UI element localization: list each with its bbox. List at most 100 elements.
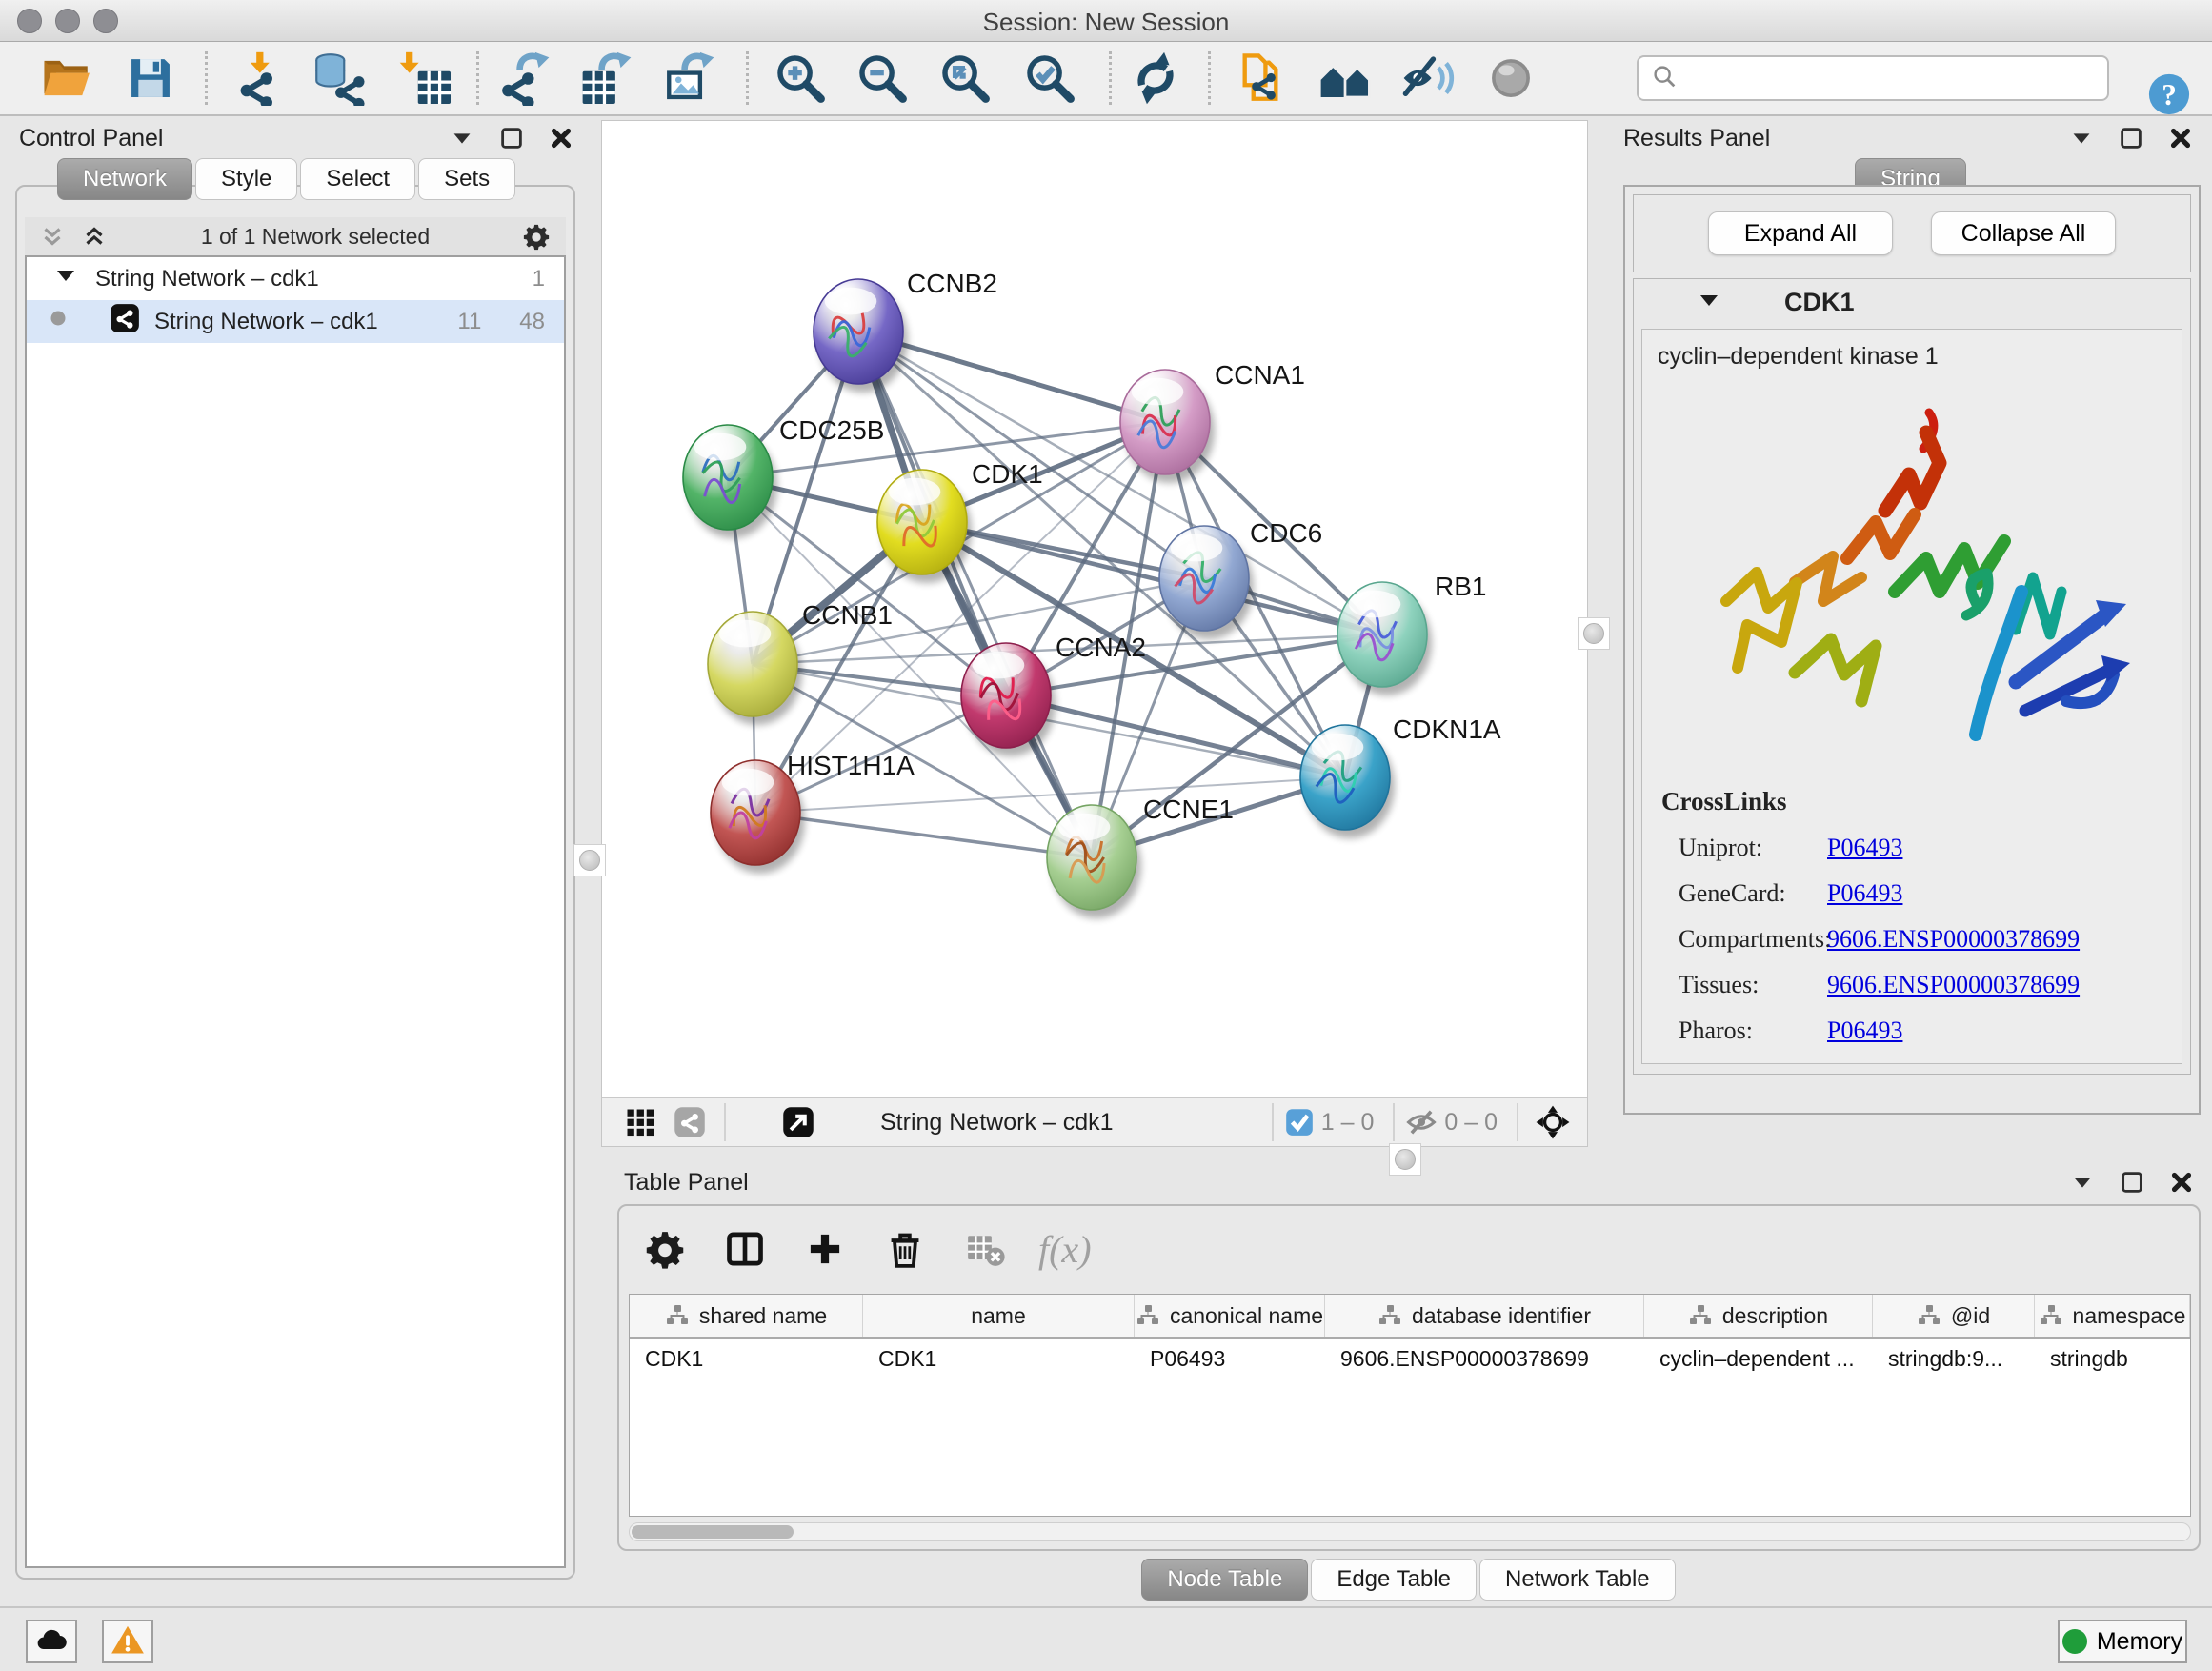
table-cell[interactable]: CDK1 <box>863 1339 1135 1380</box>
expand-all-button[interactable]: Expand All <box>1708 211 1893 255</box>
column-header-database-identifier[interactable]: database identifier <box>1325 1295 1644 1337</box>
table-panel-close-button[interactable] <box>2167 1168 2196 1197</box>
show-columns-icon[interactable] <box>718 1222 772 1276</box>
clone-network-button[interactable] <box>1229 50 1292 109</box>
tab-edge-table[interactable]: Edge Table <box>1311 1559 1477 1601</box>
home-button[interactable] <box>1314 50 1377 109</box>
export-table-button[interactable] <box>575 50 638 109</box>
results-panel-float-button[interactable] <box>2117 124 2145 152</box>
column-header-canonical-name[interactable]: canonical name <box>1135 1295 1325 1337</box>
entry-collapse-icon[interactable] <box>1697 288 1721 317</box>
table-cell[interactable]: CDK1 <box>630 1339 863 1380</box>
table-cell[interactable]: stringdb <box>2035 1339 2190 1380</box>
export-image-button[interactable] <box>658 50 721 109</box>
results-panel-menu-button[interactable] <box>2067 124 2096 152</box>
clone-network-icon <box>1233 50 1288 109</box>
table-panel-menu-button[interactable] <box>2068 1168 2097 1197</box>
table-cell[interactable]: P06493 <box>1135 1339 1325 1380</box>
right-splitter-handle[interactable] <box>1578 617 1610 650</box>
node-table[interactable]: shared namenamecanonical namedatabase id… <box>629 1294 2191 1517</box>
search-input[interactable] <box>1679 59 2107 97</box>
tab-network-table[interactable]: Network Table <box>1479 1559 1676 1601</box>
birdseye-view-icon[interactable] <box>665 1101 714 1143</box>
help-button[interactable]: ? <box>2145 70 2193 118</box>
crosslink-link[interactable]: P06493 <box>1827 1017 1902 1045</box>
inactive-orb-button[interactable] <box>1479 50 1542 109</box>
tab-style[interactable]: Style <box>195 158 297 200</box>
tab-select[interactable]: Select <box>300 158 415 200</box>
node-label-CDK1: CDK1 <box>972 459 1043 489</box>
crosslink-row: GeneCard:P06493 <box>1661 879 2080 908</box>
open-session-button[interactable] <box>35 50 98 109</box>
zoom-in-button[interactable] <box>769 50 832 109</box>
main-toolbar: ? <box>0 42 2212 116</box>
expand-all-networks-icon[interactable] <box>80 222 109 251</box>
crosslink-link[interactable]: P06493 <box>1827 834 1902 862</box>
tab-node-table[interactable]: Node Table <box>1141 1559 1308 1601</box>
control-panel-close-button[interactable] <box>547 124 575 152</box>
help-icon: ? <box>2145 107 2193 121</box>
detach-view-icon[interactable] <box>774 1101 823 1143</box>
table-cell[interactable]: 9606.ENSP00000378699 <box>1325 1339 1644 1380</box>
selected-nodes-checkbox-icon[interactable] <box>1283 1106 1316 1138</box>
table-cell[interactable]: cyclin–dependent ... <box>1644 1339 1873 1380</box>
tab-network[interactable]: Network <box>57 158 192 200</box>
column-header-name[interactable]: name <box>863 1295 1135 1337</box>
zoom-fit-button[interactable] <box>934 50 996 109</box>
column-header-shared-name[interactable]: shared name <box>630 1295 863 1337</box>
table-cell[interactable]: stringdb:9... <box>1873 1339 2035 1380</box>
tree-expander-icon[interactable] <box>53 263 78 294</box>
collapse-all-networks-icon[interactable] <box>38 222 67 251</box>
crosslink-link[interactable]: P06493 <box>1827 879 1902 908</box>
export-table-icon <box>579 50 634 109</box>
network-tree-child-row[interactable]: String Network – cdk1 11 48 <box>27 300 564 343</box>
network-options-gear-icon[interactable] <box>522 222 551 251</box>
table-options-gear-icon[interactable] <box>638 1222 692 1276</box>
collection-count: 1 <box>533 266 545 292</box>
network-view[interactable]: CCNB2CCNA1CDC25BCDK1CDC6RB1CCNB1CCNA2CDK… <box>601 120 1588 1147</box>
column-header-description[interactable]: description <box>1644 1295 1873 1337</box>
tab-sets[interactable]: Sets <box>418 158 515 200</box>
add-column-icon[interactable] <box>798 1222 852 1276</box>
column-header-@id[interactable]: @id <box>1873 1295 2035 1337</box>
table-panel-tabs: Node TableEdge TableNetwork Table <box>614 1559 2205 1601</box>
refresh-button[interactable] <box>1124 50 1187 109</box>
crosslink-link[interactable]: 9606.ENSP00000378699 <box>1827 971 2080 999</box>
save-session-button[interactable] <box>119 50 182 109</box>
show-hide-button[interactable] <box>1397 50 1459 109</box>
import-network-icon <box>231 50 286 109</box>
collapse-all-button[interactable]: Collapse All <box>1931 211 2116 255</box>
table-panel-float-button[interactable] <box>2118 1168 2146 1197</box>
cloud-status-button[interactable] <box>26 1620 77 1663</box>
warnings-button[interactable] <box>102 1620 153 1663</box>
crosslink-label: GeneCard: <box>1679 879 1827 908</box>
export-network-button[interactable] <box>493 50 556 109</box>
save-session-icon <box>123 50 178 109</box>
control-panel-float-button[interactable] <box>497 124 526 152</box>
delete-column-icon[interactable] <box>878 1222 932 1276</box>
network-selected-status: 1 of 1 Network selected <box>201 224 430 250</box>
control-panel-menu-button[interactable] <box>448 124 476 152</box>
zoom-selected-button[interactable] <box>1018 50 1081 109</box>
crosslinks-section: CrossLinks Uniprot:P06493GeneCard:P06493… <box>1661 787 2080 1045</box>
import-table-button[interactable] <box>393 50 456 109</box>
crosslink-link[interactable]: 9606.ENSP00000378699 <box>1827 925 2080 954</box>
bottom-splitter-handle[interactable] <box>1389 1143 1421 1176</box>
network-tree-root-row[interactable]: String Network – cdk1 1 <box>27 257 564 300</box>
fit-selected-crosshair-icon[interactable] <box>1528 1101 1578 1143</box>
zoom-out-button[interactable] <box>851 50 914 109</box>
left-splitter-handle[interactable] <box>573 844 606 876</box>
grid-view-icon[interactable] <box>615 1101 665 1143</box>
search-box[interactable] <box>1637 55 2109 101</box>
results-panel-close-button[interactable] <box>2166 124 2195 152</box>
column-header-namespace[interactable]: namespace <box>2035 1295 2190 1337</box>
import-database-button[interactable] <box>306 50 369 109</box>
network-tree: String Network – cdk1 1 String Network –… <box>25 255 566 1568</box>
network-type-icon <box>109 302 141 341</box>
hidden-elements-icon[interactable] <box>1404 1105 1438 1139</box>
table-horizontal-scrollbar[interactable] <box>629 1522 2191 1541</box>
table-row[interactable]: CDK1CDK1P064939606.ENSP00000378699cyclin… <box>630 1339 2190 1380</box>
memory-button[interactable]: Memory <box>2058 1620 2187 1663</box>
network-canvas[interactable]: CCNB2CCNA1CDC25BCDK1CDC6RB1CCNB1CCNA2CDK… <box>602 121 1587 1097</box>
import-network-button[interactable] <box>227 50 290 109</box>
